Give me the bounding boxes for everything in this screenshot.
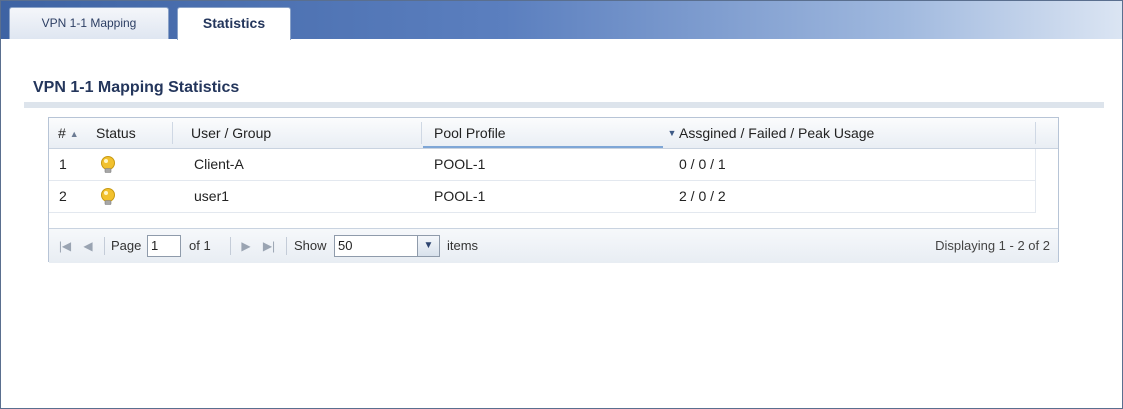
- page-number-input[interactable]: 1: [147, 235, 181, 257]
- display-count: Displaying 1 - 2 of 2: [935, 238, 1050, 253]
- tab-bar: VPN 1-1 Mapping Statistics: [1, 1, 1122, 40]
- table-row[interactable]: 1 Client-A POOL-1 0 / 0 / 1: [49, 149, 1035, 181]
- tab-vpn-1-1-mapping[interactable]: VPN 1-1 Mapping: [9, 7, 169, 39]
- scrollbar-gutter: [1035, 149, 1036, 213]
- page-count-label: of 1: [189, 238, 211, 253]
- column-header-pool-profile[interactable]: Pool Profile: [434, 118, 506, 148]
- first-page-icon[interactable]: |◀: [58, 237, 72, 255]
- table-header: # ▲ Status User / Group Pool Profile ▼ As…: [49, 118, 1058, 149]
- row-pool-profile: POOL-1: [434, 156, 486, 172]
- sort-ascending-icon: ▲: [69, 129, 79, 139]
- statistics-table: # ▲ Status User / Group Pool Profile ▼ As…: [48, 117, 1059, 263]
- column-divider: [421, 122, 422, 144]
- next-page-icon[interactable]: ▶: [239, 237, 253, 255]
- table-row[interactable]: 2 user1 POOL-1 2 / 0 / 2: [49, 181, 1035, 213]
- tab-statistics[interactable]: Statistics: [177, 7, 291, 40]
- column-menu-trigger-icon[interactable]: ▼: [665, 118, 679, 148]
- column-divider: [172, 122, 173, 144]
- window-frame: VPN 1-1 Mapping Statistics VPN 1-1 Mappi…: [0, 0, 1123, 409]
- column-header-index[interactable]: # ▲: [58, 118, 79, 148]
- last-page-icon[interactable]: ▶|: [262, 237, 276, 255]
- lightbulb-icon: [101, 188, 115, 205]
- items-label: items: [447, 238, 479, 253]
- row-index: 2: [59, 188, 67, 204]
- show-label: Show: [294, 238, 327, 253]
- section-title: VPN 1-1 Mapping Statistics: [33, 79, 240, 96]
- column-divider: [1035, 122, 1036, 144]
- row-usage: 0 / 0 / 1: [679, 156, 726, 172]
- row-user-group: Client-A: [194, 156, 244, 172]
- chevron-down-icon[interactable]: ▼: [418, 235, 440, 257]
- page-size-select[interactable]: 50: [334, 235, 418, 257]
- row-usage: 2 / 0 / 2: [679, 188, 726, 204]
- column-header-status[interactable]: Status: [96, 118, 136, 148]
- toolbar-separator: [104, 237, 105, 255]
- row-user-group: user1: [194, 188, 230, 204]
- lightbulb-icon: [101, 156, 115, 173]
- row-pool-profile: POOL-1: [434, 188, 486, 204]
- row-index: 1: [59, 156, 67, 172]
- toolbar-separator: [230, 237, 231, 255]
- previous-page-icon[interactable]: ◀: [81, 237, 95, 255]
- column-header-user-group[interactable]: User / Group: [191, 118, 271, 148]
- page-label: Page: [111, 238, 142, 253]
- pagination-toolbar: |◀ ◀ Page 1 of 1 ▶ ▶| Show 50 ▼ items Di…: [49, 228, 1058, 263]
- toolbar-separator: [286, 237, 287, 255]
- column-header-usage[interactable]: Assgined / Failed / Peak Usage: [679, 118, 874, 148]
- section-divider: [24, 102, 1104, 108]
